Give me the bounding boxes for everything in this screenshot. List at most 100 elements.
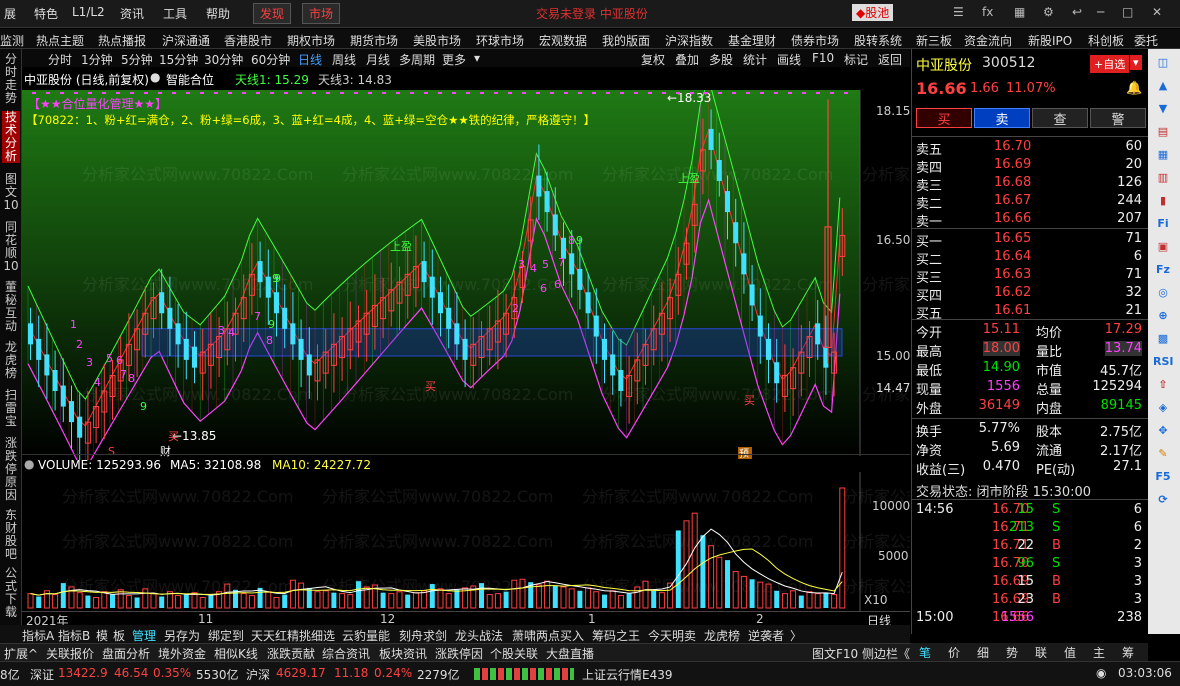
f5-icon[interactable]: F5 <box>1153 467 1173 487</box>
nav-item[interactable]: 美股市场 <box>413 32 461 49</box>
sidebar-toggle[interactable]: 图文F10 侧边栏《 <box>812 645 910 662</box>
nav-item[interactable]: 沪深指数 <box>665 32 713 49</box>
nav-item[interactable]: 期货市场 <box>350 32 398 49</box>
bid-row[interactable]: 买四 16.62 32 <box>916 285 1146 304</box>
kline-icon[interactable]: ▮ <box>1153 191 1173 211</box>
query-button[interactable]: 查 <box>1032 108 1088 128</box>
close-icon[interactable]: ✕ <box>1152 5 1162 19</box>
nav-item[interactable]: 基金理财 <box>728 32 776 49</box>
pin-icon[interactable]: ⇧ <box>1153 375 1173 395</box>
tab-limit-reason[interactable]: 涨跌停原因 <box>2 437 20 502</box>
nav-item[interactable]: 香港股市 <box>224 32 272 49</box>
detail-tab[interactable]: 主 <box>1093 644 1105 661</box>
rsi-icon[interactable]: RSI <box>1153 352 1174 372</box>
chart-bars-icon[interactable]: ▩ <box>1153 329 1173 349</box>
function-item[interactable]: 盘面分析 <box>102 645 150 662</box>
function-item[interactable]: 境外资金 <box>158 645 206 662</box>
indicator-tab[interactable]: 今天明卖 <box>648 627 696 644</box>
detail-tab[interactable]: 价 <box>948 644 960 661</box>
detail-tab[interactable]: 值 <box>1064 644 1076 661</box>
indicator-tab[interactable]: 逆袭者 <box>748 627 784 644</box>
calendar-icon[interactable]: ▣ <box>1153 237 1173 257</box>
maximize-icon[interactable]: □ <box>1122 5 1133 19</box>
indicator-tab[interactable]: 绑定到 <box>208 627 244 644</box>
toolbar-item[interactable]: 叠加 <box>675 51 699 68</box>
menu-features[interactable]: 特色 <box>34 5 58 22</box>
bid-row[interactable]: 买二 16.64 6 <box>916 249 1146 268</box>
f10-icon[interactable]: ▤ <box>1153 122 1173 142</box>
bid-row[interactable]: 买一 16.65 71 <box>916 231 1146 250</box>
tab-intraday[interactable]: 分时走势 <box>2 53 20 105</box>
detail-tab[interactable]: 联 <box>1035 644 1047 661</box>
search-icon[interactable]: ◫ <box>1153 53 1173 73</box>
minimize-icon[interactable]: ─ <box>1097 5 1104 19</box>
volume-chart[interactable]: 分析家公式网www.70822.Com 分析家公式网www.70822.Com 分析… <box>22 472 910 611</box>
nav-item[interactable]: 新三板 <box>916 32 952 49</box>
function-item[interactable]: 涨跌停因 <box>435 645 483 662</box>
tab-formula-download[interactable]: 公式下载 <box>2 567 20 619</box>
speaker-icon[interactable]: ◉ <box>1096 666 1106 680</box>
menu-tools[interactable]: 工具 <box>163 5 187 22</box>
menu-discover[interactable]: 发现 <box>253 3 292 24</box>
sell-button[interactable]: 卖 <box>974 108 1030 128</box>
tab-secretary[interactable]: 董秘互动 <box>2 281 20 333</box>
index1-name[interactable]: 深证 <box>30 666 54 683</box>
bid-row[interactable]: 买三 16.63 71 <box>916 267 1146 286</box>
move-icon[interactable]: ✥ <box>1153 421 1173 441</box>
cloud-ticker[interactable]: 上证云行情E439 <box>582 666 673 683</box>
chart-icon[interactable]: ▥ <box>1153 168 1173 188</box>
nav-item[interactable]: 热点播报 <box>98 32 146 49</box>
menu-help[interactable]: 帮助 <box>206 5 230 22</box>
nav-item[interactable]: 监测 <box>0 32 24 49</box>
grid-icon[interactable]: ▦ <box>1153 145 1173 165</box>
period-tab-active[interactable]: 日线 <box>298 51 322 68</box>
period-tab[interactable]: 分时 <box>48 51 72 68</box>
function-item[interactable]: 综合资讯 <box>322 645 370 662</box>
ask-row[interactable]: 卖三 16.68 126 <box>916 175 1146 194</box>
period-tab[interactable]: 15分钟 <box>159 51 198 68</box>
indicator-name[interactable]: 智能合位 <box>166 71 214 88</box>
alert-button[interactable]: 警 <box>1090 108 1146 128</box>
nav-item[interactable]: 宏观数据 <box>539 32 587 49</box>
ask-row[interactable]: 卖二 16.67 244 <box>916 193 1146 212</box>
function-item[interactable]: 板块资讯 <box>379 645 427 662</box>
layers-icon[interactable]: ☰ <box>953 5 964 19</box>
circle-icon[interactable]: ● <box>150 70 160 84</box>
nav-item[interactable]: 资金流向 <box>964 32 1012 49</box>
toolbar-item[interactable]: 复权 <box>641 51 665 68</box>
detail-tab[interactable]: 筹 <box>1122 644 1134 661</box>
shield-icon[interactable]: ⊕ <box>1153 306 1173 326</box>
index2-name[interactable]: 沪深 <box>246 666 270 683</box>
function-item[interactable]: 涨跌贡献 <box>267 645 315 662</box>
pencil-icon[interactable]: ✎ <box>1153 444 1173 464</box>
indicator-tab[interactable]: 天天红精挑细选 <box>251 627 335 644</box>
nav-item[interactable]: 股转系统 <box>854 32 902 49</box>
up-arrow-icon[interactable]: ▲ <box>1153 76 1173 96</box>
toolbar-item[interactable]: F10 <box>812 51 834 65</box>
toolbar-item[interactable]: 标记 <box>844 51 868 68</box>
down-arrow-icon[interactable]: ▼ <box>1153 99 1173 119</box>
ask-row[interactable]: 卖四 16.69 20 <box>916 157 1146 176</box>
tab-eastmoney-forum[interactable]: 东财股吧 <box>2 509 20 561</box>
function-item[interactable]: 相似K线 <box>214 645 258 662</box>
period-tab[interactable]: 60分钟 <box>251 51 290 68</box>
nav-item[interactable]: 新股IPO <box>1028 32 1072 49</box>
indicator-tab-active[interactable]: 管理 <box>132 627 156 644</box>
indicator-tab[interactable]: 龙虎榜 <box>704 627 740 644</box>
guchi-button[interactable]: ◆股池 <box>852 4 894 21</box>
back-icon[interactable]: ↩ <box>1072 5 1082 19</box>
ask-row[interactable]: 卖五 16.70 60 <box>916 139 1146 158</box>
formula-icon[interactable]: fx <box>982 5 993 19</box>
function-item[interactable]: 个股关联 <box>490 645 538 662</box>
indicator-tab[interactable]: 萧啸两点买入 <box>512 627 584 644</box>
detail-tab[interactable]: 势 <box>1006 644 1018 661</box>
ask-row[interactable]: 卖一 16.66 207 <box>916 211 1146 230</box>
period-tab[interactable]: 30分钟 <box>204 51 243 68</box>
tab-technical[interactable]: 技术分析 <box>2 111 20 163</box>
detail-tab-active[interactable]: 笔 <box>919 644 931 661</box>
toolbar-item[interactable]: 返回 <box>878 51 902 68</box>
detail-tab[interactable]: 细 <box>977 644 989 661</box>
kline-chart[interactable]: 18.1516.5015.0014.47分析家公式网www.70822.Com 分… <box>22 90 910 460</box>
tab-dragon-tiger[interactable]: 龙虎榜 <box>2 341 20 380</box>
circle-icon[interactable]: ● <box>24 457 34 471</box>
